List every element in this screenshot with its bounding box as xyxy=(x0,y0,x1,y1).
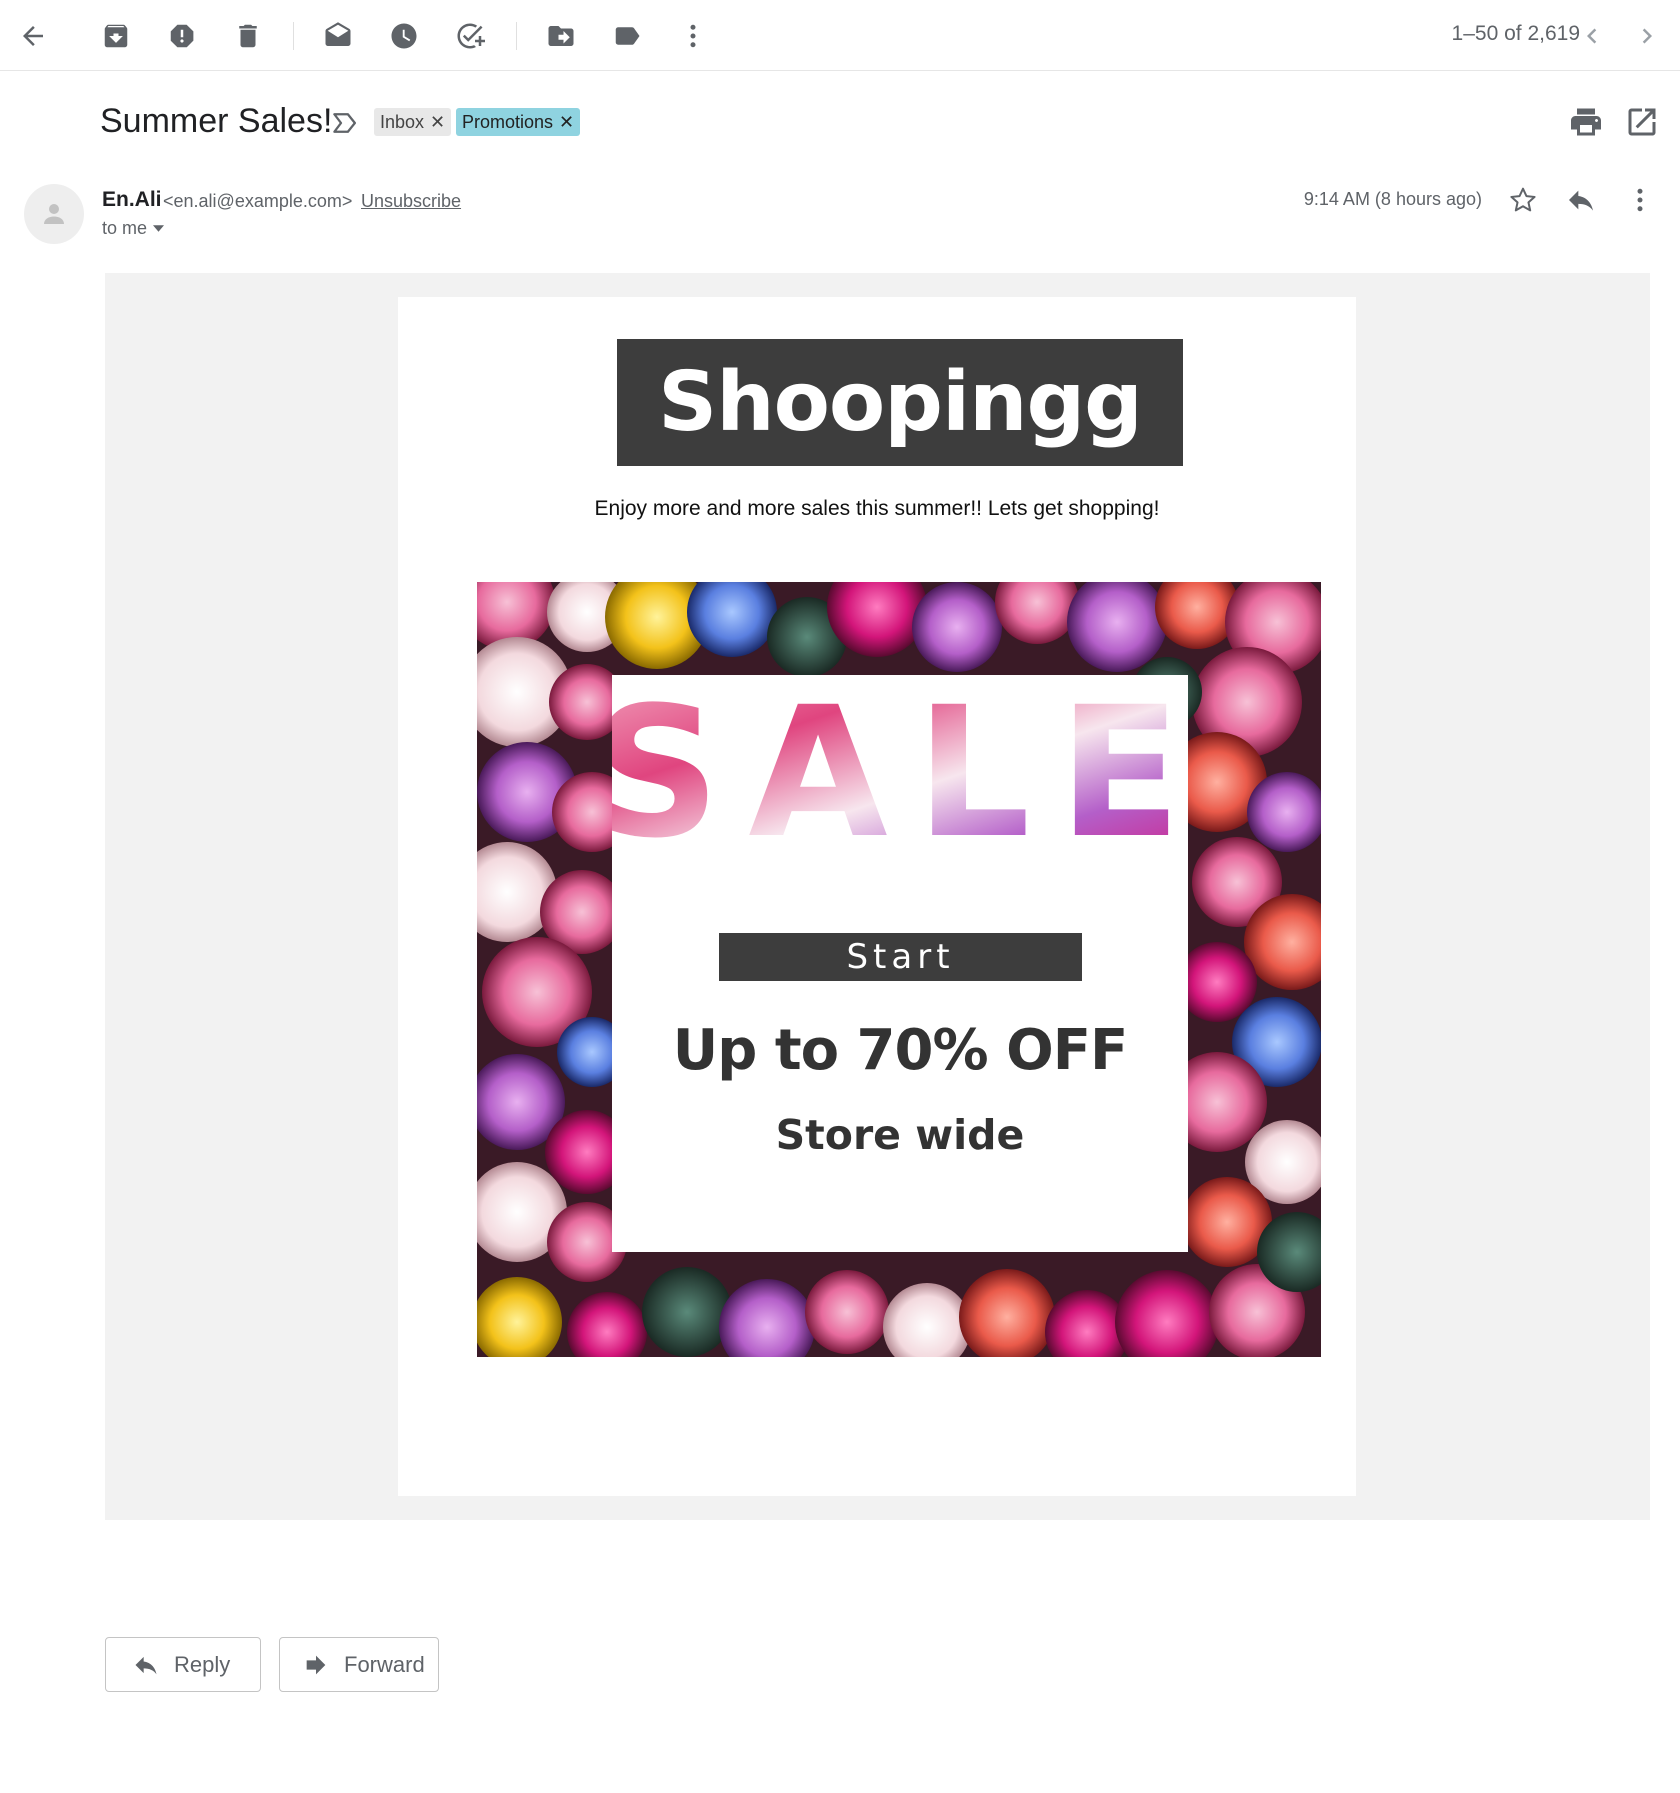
person-icon xyxy=(44,204,64,224)
print-icon[interactable] xyxy=(1568,104,1604,140)
label-chip-text: Inbox xyxy=(380,111,425,132)
sender-email: <en.ali@example.com> xyxy=(163,191,353,211)
brand-logo-banner: Shoopingg xyxy=(617,339,1183,466)
floral-promo-image[interactable]: SALE Start Up to 70% OFF Store wide xyxy=(477,582,1321,1357)
forward-button-label: Forward xyxy=(344,1651,425,1677)
toolbar-divider xyxy=(516,22,517,50)
more-vertical-icon[interactable] xyxy=(1622,182,1658,218)
reply-icon xyxy=(135,1656,157,1674)
label-chip-inbox: Inbox ✕ xyxy=(374,108,452,136)
snooze-icon[interactable] xyxy=(381,13,427,59)
email-subject: Summer Sales! xyxy=(100,102,333,140)
report-spam-icon[interactable] xyxy=(159,13,205,59)
labels-icon[interactable] xyxy=(604,13,650,59)
toolbar: 1–50 of 2,619 xyxy=(0,0,1680,71)
sender-avatar xyxy=(24,184,84,244)
toolbar-divider xyxy=(293,22,294,50)
email-tagline: Enjoy more and more sales this summer!! … xyxy=(594,497,1160,520)
brand-logo-text: Shoopingg xyxy=(658,355,1143,450)
start-button[interactable]: Start xyxy=(719,933,1082,981)
received-time: 9:14 AM (8 hours ago) xyxy=(1303,189,1482,209)
pagination-count: 1–50 of 2,619 xyxy=(1451,22,1580,45)
remove-label-icon[interactable]: ✕ xyxy=(430,112,445,133)
sender-name[interactable]: En.Ali xyxy=(102,188,162,212)
label-chip-promotions: Promotions ✕ xyxy=(456,108,581,136)
forward-icon xyxy=(306,1655,326,1674)
forward-button[interactable]: Forward xyxy=(279,1637,439,1692)
remove-label-icon[interactable]: ✕ xyxy=(559,112,574,133)
sale-card: SALE Start Up to 70% OFF Store wide xyxy=(612,675,1188,1252)
recipient-details-toggle[interactable]: to me xyxy=(102,218,165,239)
important-marker-icon[interactable] xyxy=(330,108,360,138)
archive-icon[interactable] xyxy=(93,13,139,59)
delete-icon[interactable] xyxy=(225,13,271,59)
move-to-icon[interactable] xyxy=(538,13,584,59)
chevron-right-icon[interactable] xyxy=(1624,13,1670,59)
reply-button[interactable]: Reply xyxy=(105,1637,261,1692)
back-arrow-icon[interactable] xyxy=(10,13,56,59)
unsubscribe-link[interactable]: Unsubscribe xyxy=(361,191,461,212)
discount-offer-text: Up to 70% OFF xyxy=(672,1018,1128,1083)
add-task-icon[interactable] xyxy=(447,13,493,59)
open-in-new-window-icon[interactable] xyxy=(1624,104,1660,140)
label-chip-text: Promotions xyxy=(462,111,554,132)
star-icon[interactable] xyxy=(1505,182,1541,218)
reply-button-label: Reply xyxy=(174,1651,231,1677)
recipient-label: to me xyxy=(102,218,148,238)
more-vertical-icon[interactable] xyxy=(670,13,716,59)
dropdown-arrow-icon xyxy=(153,225,165,232)
mark-unread-icon[interactable] xyxy=(315,13,361,59)
reply-icon[interactable] xyxy=(1563,182,1599,218)
store-wide-text: Store wide xyxy=(775,1111,1025,1159)
chevron-left-icon[interactable] xyxy=(1569,13,1615,59)
sale-headline: SALE xyxy=(612,675,1188,845)
sale-headline-text: SALE xyxy=(612,675,1188,845)
